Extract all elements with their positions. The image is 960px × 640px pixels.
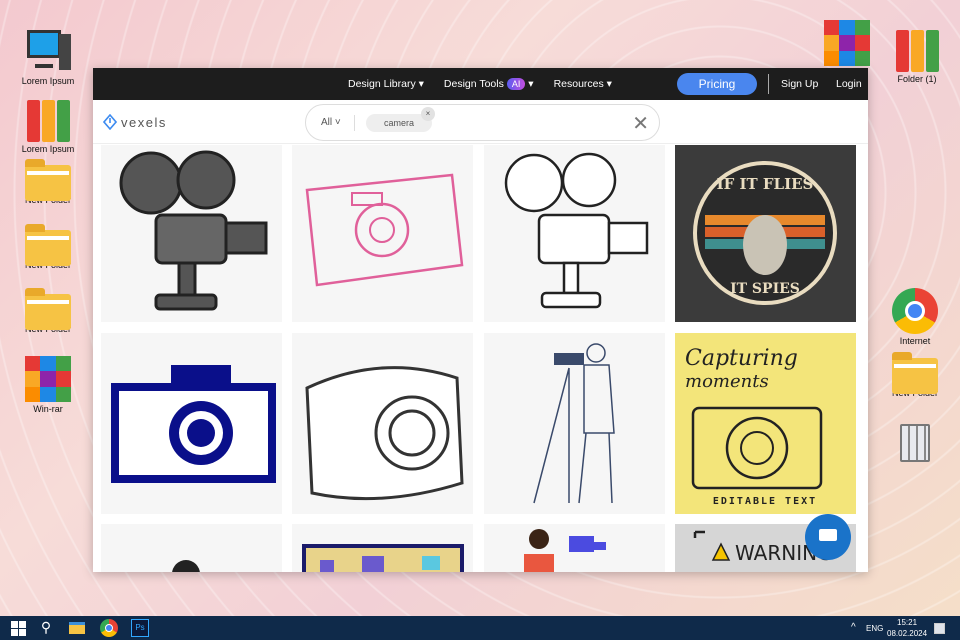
clear-search-icon[interactable]: ✕ xyxy=(632,111,649,136)
desktop-icon-label: Lorem Ipsum xyxy=(21,144,75,154)
desktop-icon-recycle-bin[interactable] xyxy=(880,418,950,466)
folder-icon xyxy=(892,352,938,394)
search-icon[interactable]: ⚲ xyxy=(37,619,55,637)
desktop-icon-internet[interactable]: Internet xyxy=(880,288,950,346)
desktop-icon-label: Internet xyxy=(899,336,931,346)
desktop-icon-folder-1[interactable]: Folder (1) xyxy=(882,26,952,84)
logo-text: vexels xyxy=(121,114,167,130)
folder-icon xyxy=(25,288,71,330)
result-card-capturing-moments[interactable]: Capturing moments EDITABLE TEXT xyxy=(675,333,856,514)
result-card-film-camera[interactable] xyxy=(101,145,282,322)
desktop-icon-new-folder[interactable]: New Folder xyxy=(880,350,950,398)
file-explorer-icon[interactable] xyxy=(68,619,86,637)
nav-divider xyxy=(768,74,769,94)
binders-icon xyxy=(25,96,71,142)
badge-top-text: IF IT FLIES xyxy=(717,175,814,193)
desktop-icon-new-folder[interactable]: New Folder xyxy=(13,157,83,205)
desktop-icon-new-folder[interactable]: New Folder xyxy=(13,222,83,270)
vexels-logo-icon xyxy=(103,114,117,130)
tray-expand-icon[interactable]: ^ xyxy=(851,622,856,633)
desktop-icon-label: Win-rar xyxy=(33,404,63,414)
pink-camera-illustration xyxy=(305,173,464,287)
woman-camera-illustration xyxy=(524,529,606,572)
chrome-icon xyxy=(892,288,938,334)
scope-label: All xyxy=(321,117,333,128)
pigeon-badge-illustration: IF IT FLIES IT SPIES xyxy=(693,161,837,305)
card-title-line1: Capturing xyxy=(685,346,798,371)
partial-illustration xyxy=(172,560,200,572)
search-divider xyxy=(354,115,355,131)
capturing-moments-illustration: Capturing moments EDITABLE TEXT xyxy=(685,346,823,507)
folder-icon xyxy=(25,159,71,201)
nav-resources[interactable]: Resources ▾ xyxy=(554,78,612,90)
chip-label: camera xyxy=(383,118,414,128)
search-bar-row: vexels All ˅ camera × ✕ xyxy=(93,100,868,144)
result-card-pixel-partial[interactable] xyxy=(292,524,473,572)
desktop-icon-label: Lorem Ipsum xyxy=(21,76,75,86)
cameraman-illustration xyxy=(533,343,615,504)
browser-window: Design Library ▾ Design Tools AI ▾ Resour… xyxy=(93,68,868,572)
winrar-icon xyxy=(824,20,870,66)
chrome-taskbar-icon[interactable] xyxy=(100,619,118,637)
scope-dropdown[interactable]: All ˅ xyxy=(321,117,341,128)
desktop-icon-label: Folder (1) xyxy=(897,74,937,84)
nav-design-tools[interactable]: Design Tools AI ▾ xyxy=(444,78,534,90)
film-camera-illustration xyxy=(119,150,268,311)
winrar-icon xyxy=(25,356,71,402)
notifications-icon[interactable] xyxy=(934,623,945,634)
ai-badge: AI xyxy=(506,78,526,90)
result-card-woman-camera[interactable] xyxy=(484,524,665,572)
result-card-if-it-flies[interactable]: IF IT FLIES IT SPIES xyxy=(675,145,856,322)
result-card-pixel-camera[interactable] xyxy=(101,333,282,514)
clock-time[interactable]: 15:21 xyxy=(897,618,917,627)
result-card-melting-camera[interactable] xyxy=(292,333,473,514)
result-card-pink-camera[interactable] xyxy=(292,145,473,322)
taskbar: ⚲ Ps ^ ENG 15:21 08.02.2024 xyxy=(0,616,960,640)
card-title-line2: moments xyxy=(685,371,769,392)
desktop-icon-computer[interactable]: Lorem Ipsum xyxy=(13,28,83,86)
desktop-icon-new-folder[interactable]: New Folder xyxy=(13,286,83,334)
trash-icon xyxy=(892,418,938,464)
card-footer-text: EDITABLE TEXT xyxy=(713,496,817,507)
outline-film-camera-illustration xyxy=(504,152,649,309)
chip-remove-button[interactable]: × xyxy=(421,107,435,121)
result-card-partial[interactable] xyxy=(101,524,282,572)
computer-icon xyxy=(25,28,71,74)
desktop-icon-winrar[interactable]: Win-rar xyxy=(13,356,83,414)
result-card-cameraman[interactable] xyxy=(484,333,665,514)
pricing-button[interactable]: Pricing xyxy=(677,73,757,95)
signup-link[interactable]: Sign Up xyxy=(781,78,818,90)
top-nav: Design Library ▾ Design Tools AI ▾ Resour… xyxy=(93,68,868,100)
photoshop-icon[interactable]: Ps xyxy=(131,619,149,637)
vexels-logo[interactable]: vexels xyxy=(103,114,167,130)
clock-date[interactable]: 08.02.2024 xyxy=(887,629,927,638)
nav-label: Design Tools xyxy=(443,78,504,90)
nav-design-library[interactable]: Design Library ▾ xyxy=(348,78,424,90)
search-box[interactable]: All ˅ camera × ✕ xyxy=(305,104,660,141)
binders-icon xyxy=(894,26,940,72)
desktop-icon-binders[interactable]: Lorem Ipsum xyxy=(13,96,83,154)
nav-label: Resources xyxy=(553,78,604,90)
melting-camera-illustration xyxy=(305,366,464,501)
result-card-outline-film-camera[interactable] xyxy=(484,145,665,322)
login-link[interactable]: Login xyxy=(836,78,862,90)
nav-label: Design Library xyxy=(348,78,416,90)
windows-start-icon[interactable] xyxy=(9,619,27,637)
language-indicator[interactable]: ENG xyxy=(866,624,883,633)
folder-icon xyxy=(25,224,71,266)
desktop-icon-winrar[interactable] xyxy=(812,20,882,68)
chat-button[interactable] xyxy=(805,514,851,560)
pixel-partial-illustration xyxy=(302,544,464,572)
badge-bottom-text: IT SPIES xyxy=(730,281,800,297)
pixel-camera-illustration xyxy=(111,365,276,483)
